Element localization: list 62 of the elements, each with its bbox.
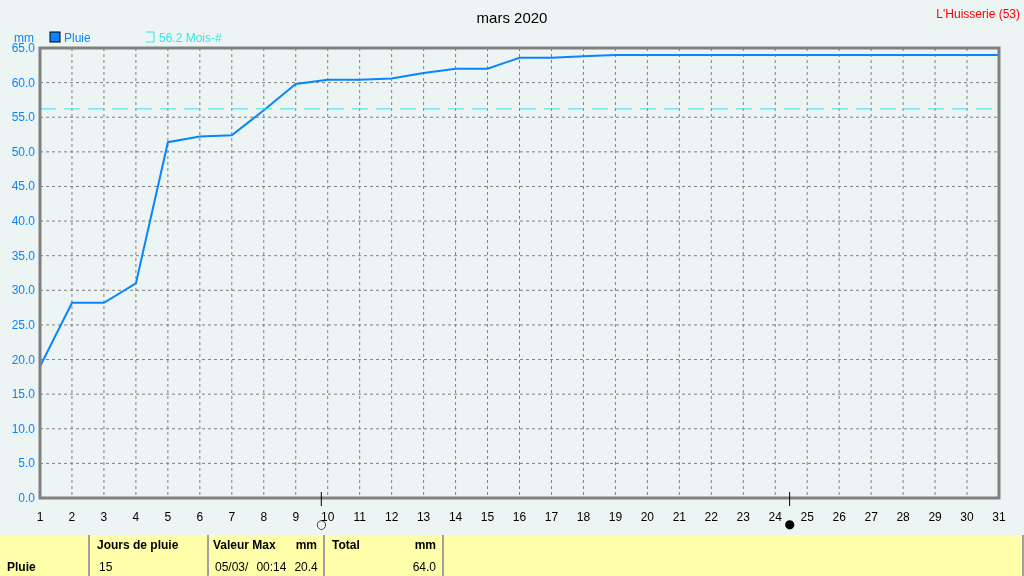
y-tick-label: 45.0 <box>11 179 35 194</box>
y-tick-label: 30.0 <box>11 283 35 298</box>
y-tick-label: 15.0 <box>11 387 35 402</box>
y-tick-label: 20.0 <box>11 352 35 367</box>
y-tick-label: 10.0 <box>11 421 35 436</box>
legend-label: Pluie <box>64 31 91 45</box>
y-tick-label: 65.0 <box>11 41 35 55</box>
x-tick-label: 19 <box>608 510 623 524</box>
x-tick-label: 24 <box>768 510 782 524</box>
table-value: 05/03/ <box>215 560 249 574</box>
x-tick-label: 13 <box>416 510 431 524</box>
column-header: Valeur Max <box>213 538 276 552</box>
y-tick-label: 0.0 <box>18 491 35 505</box>
x-tick-label: 21 <box>672 510 686 524</box>
moon-symbol: ● <box>784 517 795 531</box>
y-tick-label: 40.0 <box>11 214 35 229</box>
y-tick-label: 5.0 <box>18 456 35 471</box>
y-tick-label: 55.0 <box>11 110 35 125</box>
x-tick-label: 1 <box>36 510 44 524</box>
marker-tick <box>789 491 791 507</box>
x-tick-label: 29 <box>928 510 942 524</box>
column-header: Total <box>332 538 360 552</box>
x-tick-label: 11 <box>353 510 366 524</box>
x-tick-label: 6 <box>196 510 204 524</box>
x-tick-label: 27 <box>864 510 878 524</box>
legend-label: 56.2 Mois-# <box>159 31 222 45</box>
x-tick-label: 20 <box>640 510 655 524</box>
x-tick-label: 15 <box>480 510 495 524</box>
x-tick-label: 7 <box>228 510 236 524</box>
x-tick-label: 12 <box>384 510 399 524</box>
y-tick-label: 60.0 <box>11 75 35 90</box>
x-tick-label: 9 <box>292 510 300 524</box>
x-tick-label: 14 <box>448 510 463 524</box>
table-value: 00:14 <box>256 560 287 574</box>
x-tick-label: 5 <box>164 510 172 524</box>
column-header: Jours de pluie <box>97 538 179 552</box>
x-tick-label: 16 <box>512 510 527 524</box>
x-tick-label: 2 <box>68 510 76 524</box>
x-tick-label: 18 <box>576 510 591 524</box>
x-tick-label: 8 <box>260 510 268 524</box>
row-label: Pluie <box>7 560 37 574</box>
x-tick-label: 22 <box>704 510 718 524</box>
x-tick-label: 4 <box>132 510 140 524</box>
table-value: 15 <box>99 560 113 574</box>
y-tick-label: 35.0 <box>11 248 35 263</box>
station-name: L'Huisserie (53) <box>936 7 1020 21</box>
y-tick-label: 50.0 <box>11 144 35 159</box>
x-tick-label: 26 <box>832 510 846 524</box>
x-tick-label: 23 <box>736 510 750 524</box>
marker-tick <box>320 491 322 507</box>
x-tick-label: 3 <box>100 510 108 524</box>
x-tick-label: 28 <box>896 510 910 524</box>
x-tick-label: 30 <box>960 510 974 524</box>
x-tick-label: 25 <box>800 510 814 524</box>
unit-label: mm <box>414 538 436 552</box>
chart-title: mars 2020 <box>476 9 548 26</box>
x-tick-label: 31 <box>992 510 1006 524</box>
x-tick-label: 17 <box>544 510 559 524</box>
table-value: 64.0 <box>412 560 436 574</box>
table-value: 20.4 <box>294 560 318 574</box>
unit-label: mm <box>295 538 317 552</box>
y-tick-label: 25.0 <box>11 317 35 332</box>
